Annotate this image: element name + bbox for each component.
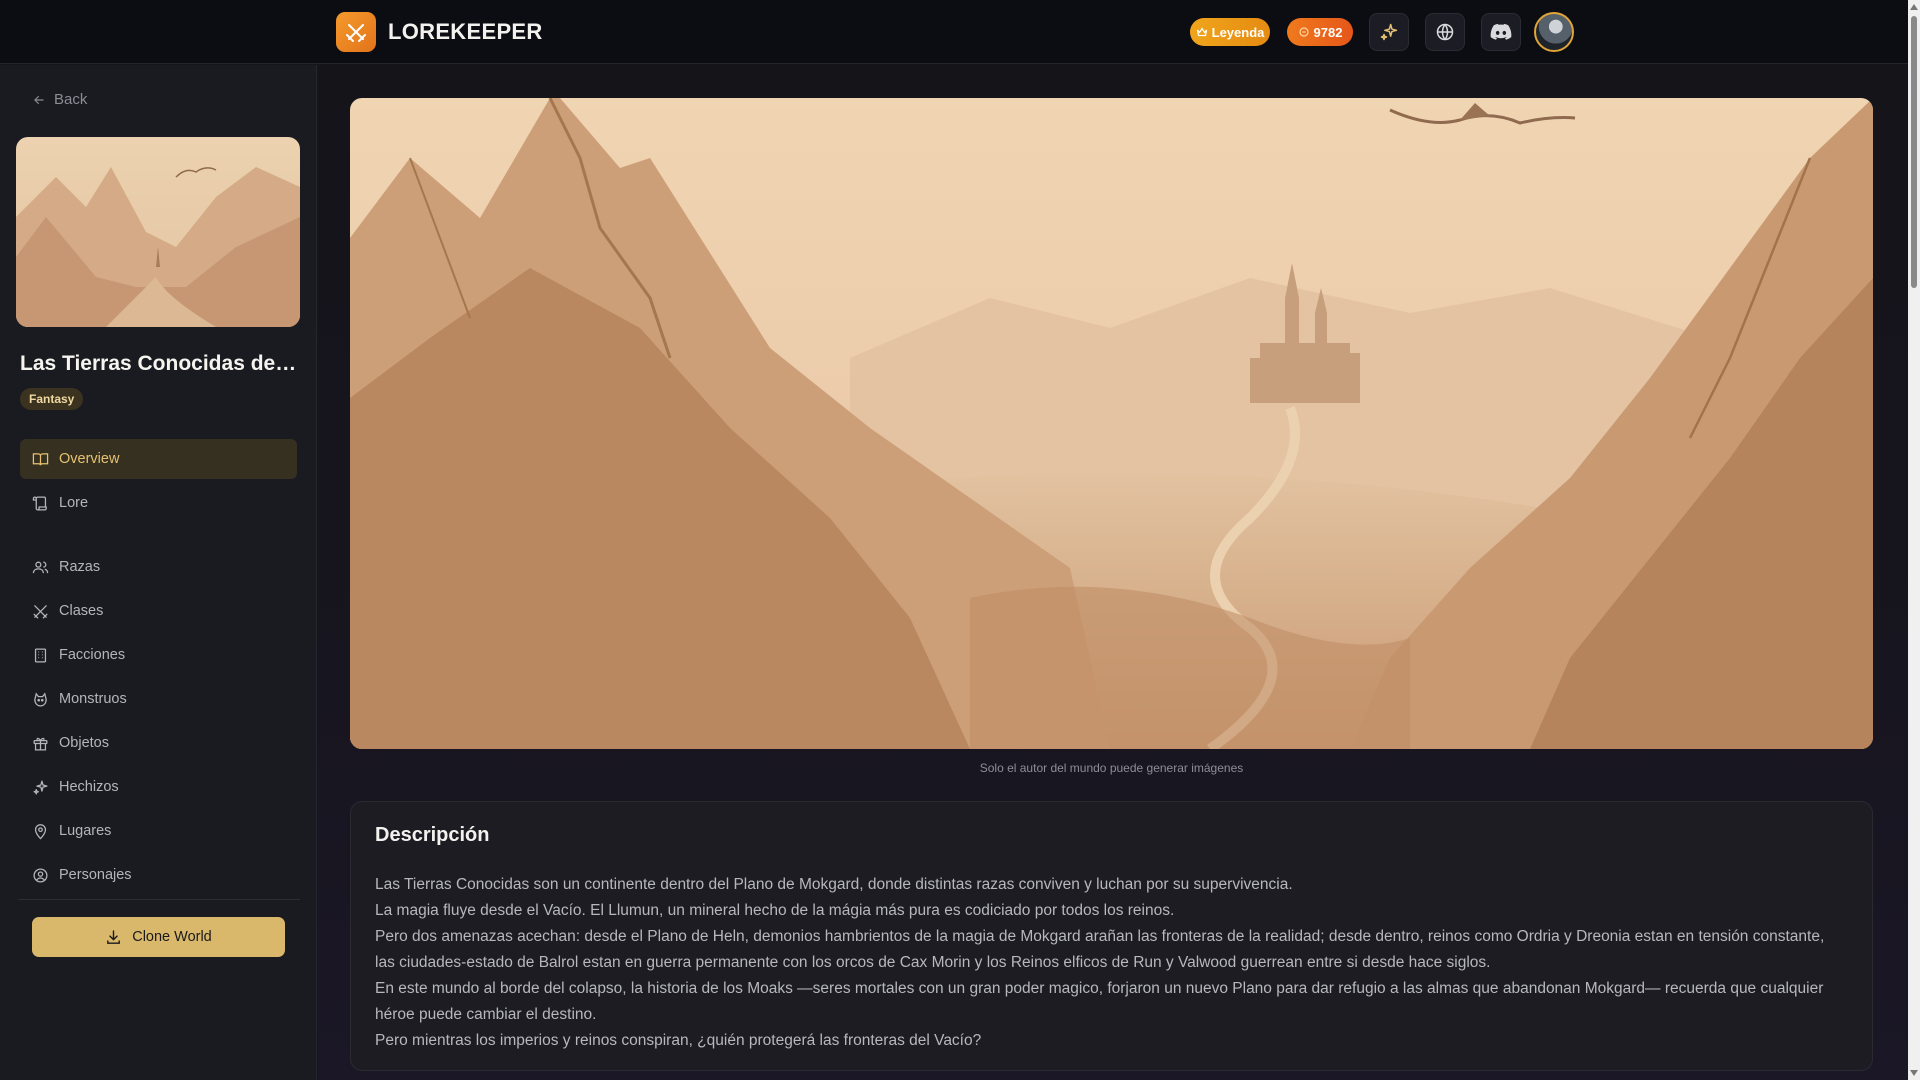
map-pin-icon <box>34 823 47 839</box>
description-paragraph: Las Tierras Conocidas son un continente … <box>375 876 1293 893</box>
sidebar: Back Las Tierras Conocidas de Mokgard Fa… <box>0 65 317 1080</box>
rank-label: Leyenda <box>1211 24 1265 40</box>
world-hero-image[interactable] <box>350 98 1873 749</box>
world-thumbnail <box>16 137 300 327</box>
download-icon <box>107 929 121 944</box>
nav-personajes[interactable]: Personajes <box>20 855 297 895</box>
rank-badge[interactable]: Leyenda <box>1190 18 1270 46</box>
page-scrollbar[interactable] <box>1908 0 1920 1080</box>
building-icon <box>34 647 47 663</box>
generate-button[interactable] <box>1369 13 1409 51</box>
nav-objetos[interactable]: Objetos <box>20 723 297 763</box>
description-paragraph: Pero dos amenazas acechan: desde el Plan… <box>375 928 1825 971</box>
arrow-left-icon <box>34 95 44 104</box>
app-name[interactable]: LOREKEEPER <box>388 19 543 45</box>
nav-lore[interactable]: Lore <box>20 483 297 523</box>
nav-monstruos[interactable]: Monstruos <box>20 679 297 719</box>
user-avatar[interactable] <box>1534 12 1574 52</box>
scroll-down-icon[interactable] <box>1910 1070 1918 1076</box>
scroll-thumb[interactable] <box>1911 16 1917 288</box>
nav-label: Lore <box>59 495 89 511</box>
nav-label: Razas <box>59 559 101 575</box>
discord-button[interactable] <box>1481 13 1521 51</box>
monster-icon <box>34 691 47 707</box>
back-link[interactable]: Back <box>32 91 87 108</box>
users-icon <box>32 561 49 573</box>
sparkles-icon <box>33 779 48 795</box>
language-button[interactable] <box>1425 13 1465 51</box>
nav-hechizos[interactable]: Hechizos <box>20 767 297 807</box>
genre-badge: Fantasy <box>20 388 84 410</box>
description-paragraph: En este mundo al borde del colapso, la h… <box>375 980 1824 1023</box>
sparkles-icon <box>1380 23 1398 41</box>
back-label: Back <box>54 91 88 108</box>
description-paragraph: Pero mientras los imperios y reinos cons… <box>375 1032 982 1049</box>
description-paragraph: La magia fluye desde el Vacío. El Llumun… <box>375 902 1175 919</box>
clone-world-button[interactable]: Clone World <box>32 917 285 957</box>
description-text: Las Tierras Conocidas son un continente … <box>375 872 1845 1054</box>
nav-label: Clases <box>59 603 104 619</box>
nav-label: Overview <box>59 451 120 467</box>
nav-label: Hechizos <box>59 779 119 795</box>
world-title: Las Tierras Conocidas de Mokgard <box>20 352 300 375</box>
coin-icon <box>1298 27 1309 37</box>
discord-icon <box>1490 23 1512 40</box>
nav-label: Facciones <box>59 647 126 663</box>
scroll-up-icon[interactable] <box>1910 4 1918 10</box>
gift-icon <box>33 737 48 751</box>
main-content: Solo el autor del mundo puede generar im… <box>318 65 1908 1080</box>
nav-overview[interactable]: Overview <box>20 439 297 479</box>
scroll-icon <box>32 495 47 511</box>
nav-label: Objetos <box>59 735 109 751</box>
nav-lugares[interactable]: Lugares <box>20 811 297 851</box>
nav-label: Monstruos <box>59 691 127 707</box>
crown-icon <box>1196 27 1207 37</box>
user-circle-icon <box>33 867 48 883</box>
logo-icon[interactable] <box>336 12 376 52</box>
top-bar: LOREKEEPER Leyenda 9782 <box>0 0 1908 64</box>
crossed-swords-icon <box>33 604 48 619</box>
nav-label: Lugares <box>59 823 112 839</box>
sidebar-divider <box>18 899 300 900</box>
book-open-icon <box>32 452 49 465</box>
nav-facciones[interactable]: Facciones <box>20 635 297 675</box>
image-caption: Solo el autor del mundo puede generar im… <box>979 761 1244 775</box>
coins-badge[interactable]: 9782 <box>1287 18 1353 46</box>
globe-icon <box>1436 23 1454 41</box>
coins-count: 9782 <box>1313 24 1343 40</box>
description-title: Descripción <box>375 824 490 846</box>
description-card: Descripción Las Tierras Conocidas son un… <box>350 801 1873 1071</box>
nav-razas[interactable]: Razas <box>20 547 297 587</box>
nav-label: Personajes <box>59 867 132 883</box>
clone-world-label: Clone World <box>132 929 212 945</box>
nav-clases[interactable]: Clases <box>20 591 297 631</box>
